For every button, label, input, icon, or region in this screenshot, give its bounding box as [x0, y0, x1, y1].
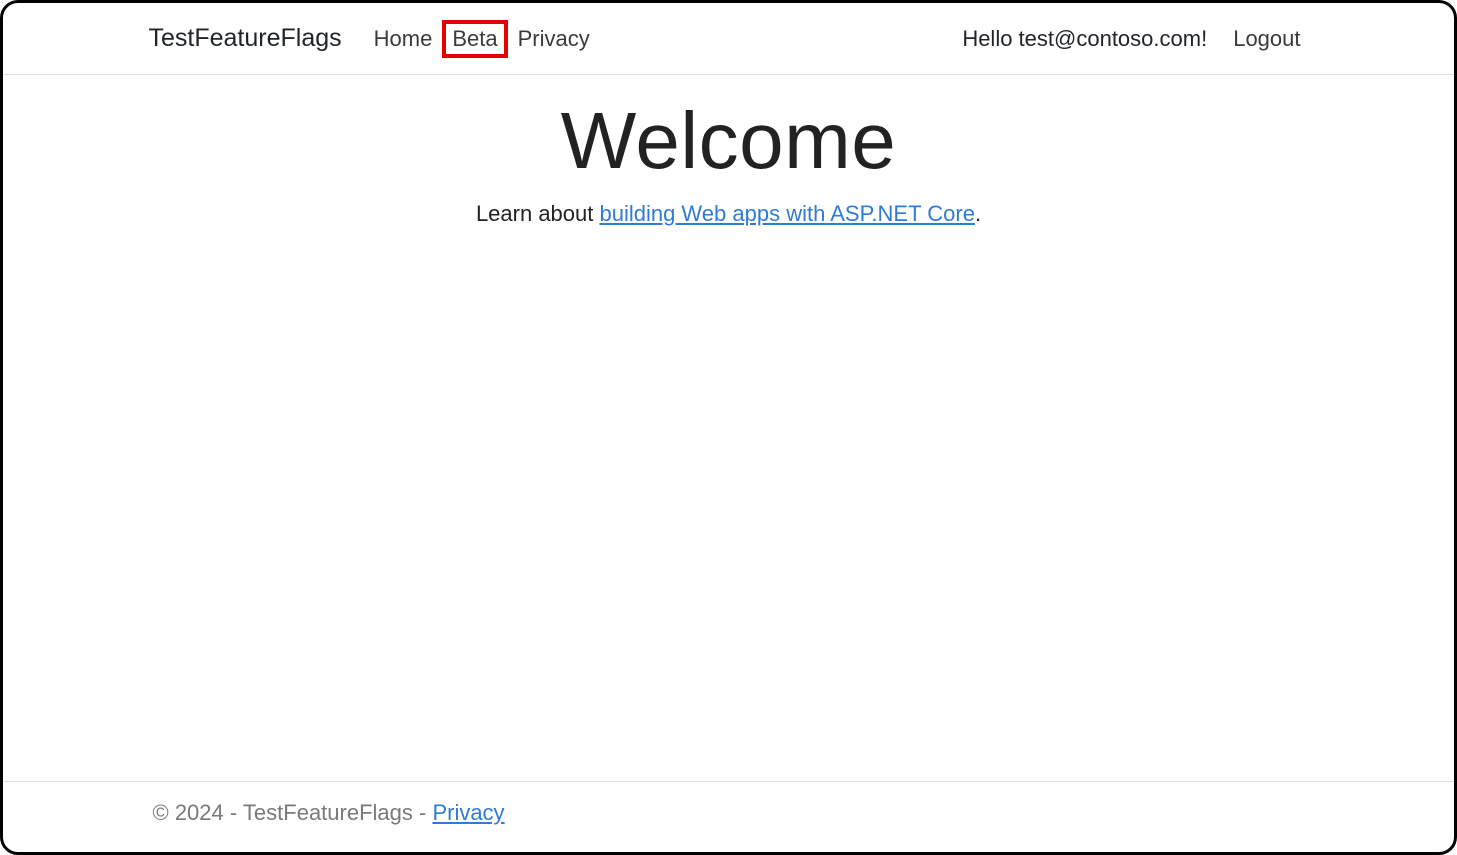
footer-copyright: © 2024 - TestFeatureFlags -: [153, 800, 433, 825]
nav-links: Home Beta Privacy: [366, 20, 598, 58]
learn-link[interactable]: building Web apps with ASP.NET Core: [599, 201, 974, 226]
nav-privacy[interactable]: Privacy: [510, 22, 598, 56]
learn-prefix: Learn about: [476, 201, 600, 226]
learn-suffix: .: [975, 201, 981, 226]
navbar: TestFeatureFlags Home Beta Privacy Hello…: [3, 3, 1454, 75]
learn-line: Learn about building Web apps with ASP.N…: [3, 201, 1454, 227]
main-content: Welcome Learn about building Web apps wi…: [3, 75, 1454, 227]
footer-privacy-link[interactable]: Privacy: [432, 800, 504, 825]
footer-container: © 2024 - TestFeatureFlags - Privacy: [139, 800, 1319, 826]
navbar-container: TestFeatureFlags Home Beta Privacy Hello…: [139, 20, 1319, 58]
nav-home[interactable]: Home: [366, 22, 441, 56]
brand-link[interactable]: TestFeatureFlags: [149, 24, 342, 53]
logout-link[interactable]: Logout: [1225, 22, 1308, 56]
page-title: Welcome: [3, 95, 1454, 187]
nav-beta[interactable]: Beta: [442, 20, 507, 58]
footer: © 2024 - TestFeatureFlags - Privacy: [3, 781, 1454, 852]
user-greeting: Hello test@contoso.com!: [962, 26, 1207, 52]
